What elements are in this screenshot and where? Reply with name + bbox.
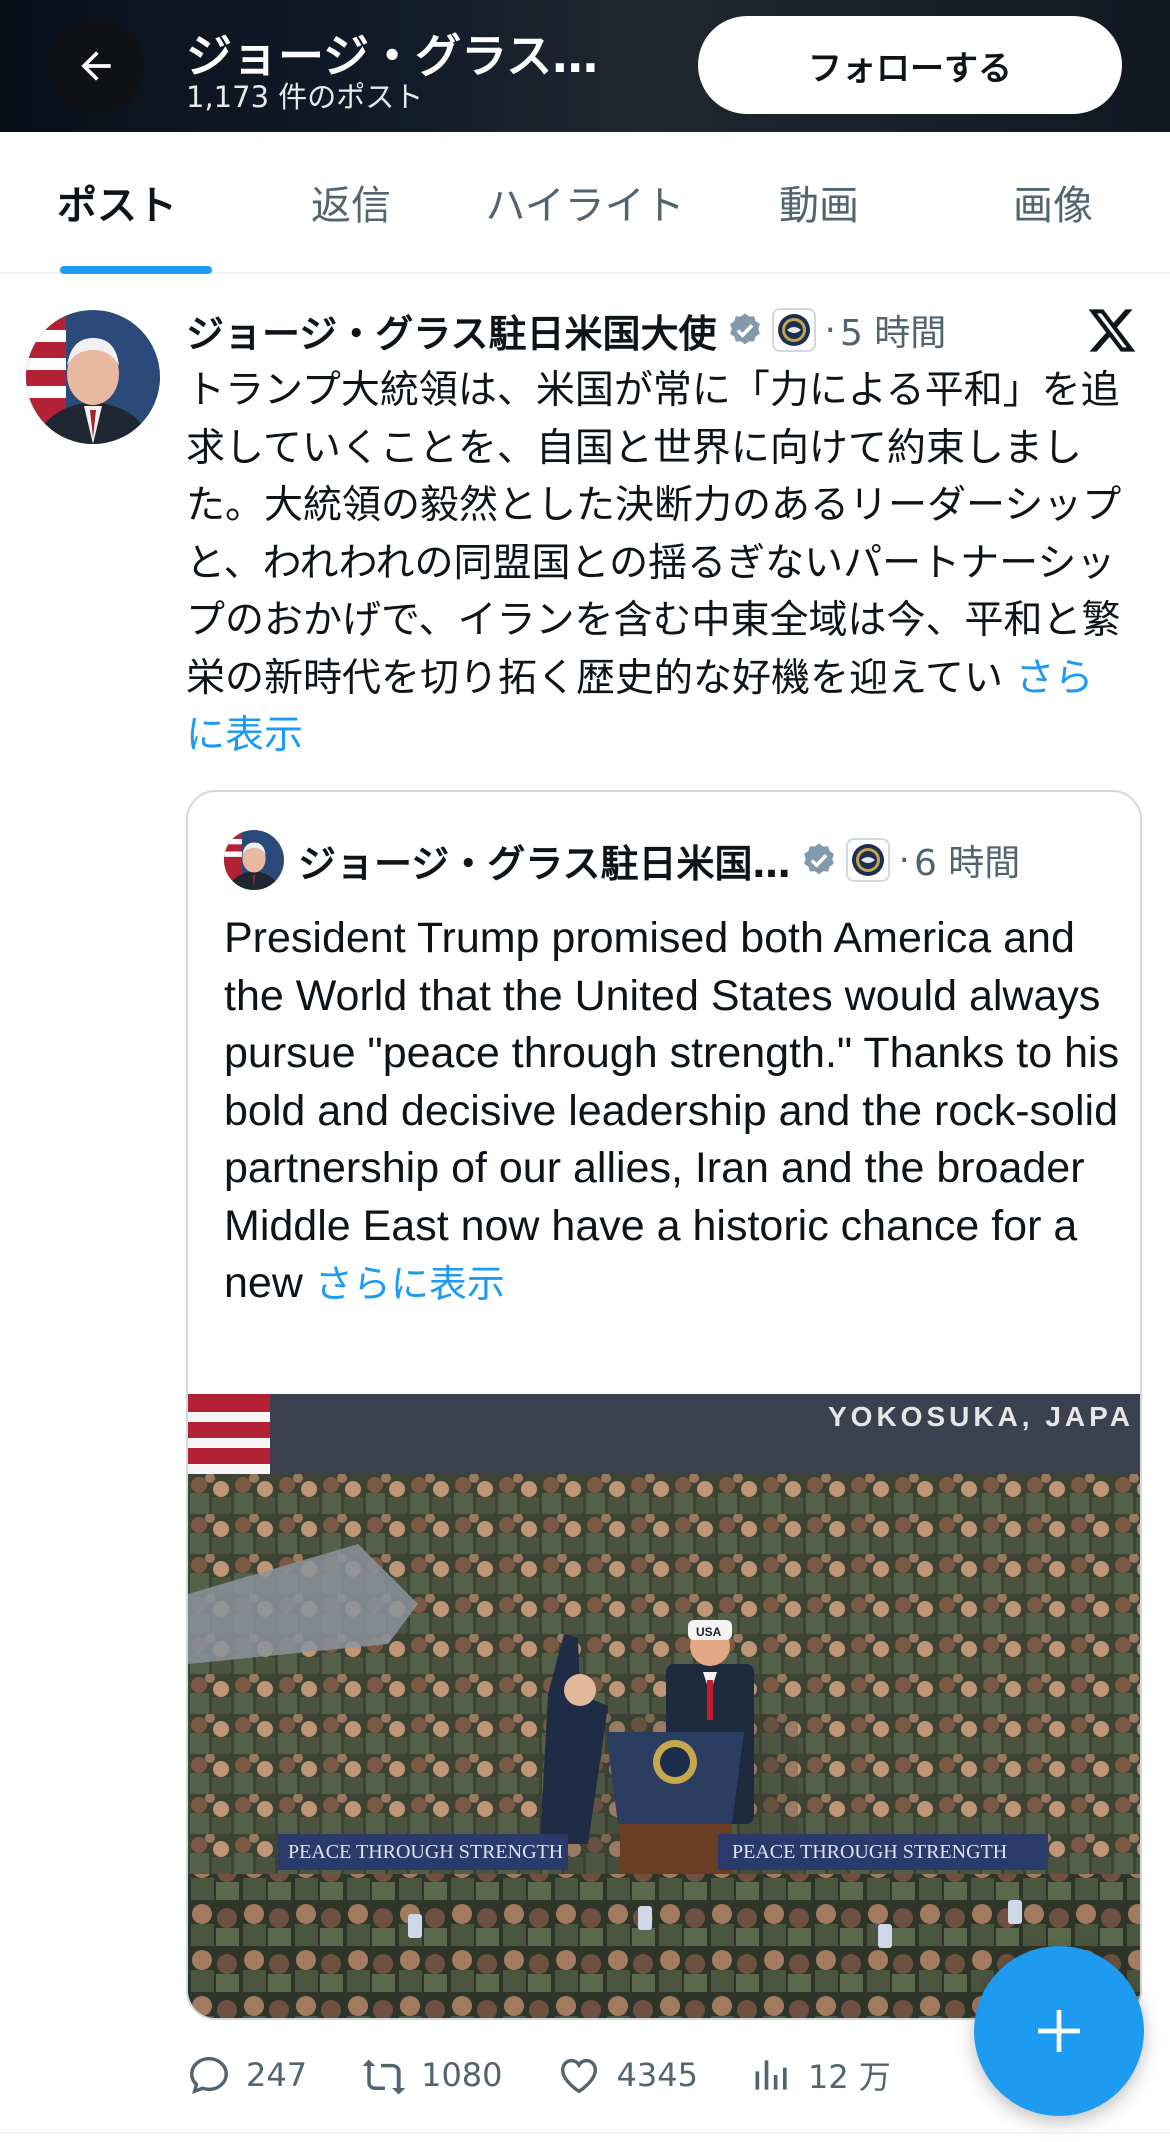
back-arrow-icon	[81, 51, 111, 81]
quoted-text: President Trump promised both America an…	[224, 914, 1120, 1307]
x-logo-icon	[1088, 309, 1136, 352]
profile-tabs: ポスト 返信 ハイライト 動画 画像	[0, 132, 1170, 274]
tab-label: ハイライト	[485, 183, 685, 229]
show-more-link[interactable]: さらに表示	[315, 1262, 505, 1306]
avatar[interactable]	[26, 310, 160, 444]
post-author-name[interactable]: ジョージ・グラス駐日米国大使	[186, 303, 716, 358]
active-tab-indicator	[60, 266, 212, 274]
post-actions: 247 1080 4345 12 万	[186, 2040, 943, 2110]
post-count: 1,173 件のポスト	[186, 80, 424, 114]
tab-highlights[interactable]: ハイライト	[468, 132, 702, 272]
government-seal-icon	[772, 308, 817, 352]
post-body: トランプ大統領は、米国が常に「力による平和」を追求していくことを、自国と世界に向…	[186, 362, 1126, 765]
views-button[interactable]: 12 万	[750, 2052, 891, 2098]
repost-button[interactable]: 1080	[359, 2052, 503, 2098]
government-seal-icon	[846, 838, 891, 882]
post-timestamp[interactable]: 5 時間	[840, 304, 946, 356]
verified-badge-icon	[804, 843, 835, 875]
views-icon	[755, 2060, 787, 2090]
avatar	[224, 830, 284, 890]
reply-count: 247	[246, 2056, 308, 2094]
cap-text: USA	[696, 1625, 722, 1639]
repost-count: 1080	[421, 2056, 503, 2094]
tab-posts[interactable]: ポスト	[0, 132, 234, 272]
verified-badge-icon	[730, 313, 761, 345]
quoted-author-name: ジョージ・グラス駐日米国…	[298, 841, 791, 886]
follow-button[interactable]: フォローする	[698, 16, 1122, 114]
divider	[0, 2132, 1170, 2134]
banner-left-text: PEACE THROUGH STRENGTH	[288, 1841, 563, 1863]
tab-images[interactable]: 画像	[936, 132, 1170, 272]
reply-icon	[190, 2056, 228, 2095]
compose-post-button[interactable]	[974, 1946, 1144, 2116]
tab-replies[interactable]: 返信	[234, 132, 468, 272]
post-header: ジョージ・グラス駐日米国大使 · 5 時間	[186, 300, 946, 360]
post-text: トランプ大統領は、米国が常に「力による平和」を追求していくことを、自国と世界に向…	[186, 368, 1122, 701]
tab-label: 返信	[311, 183, 391, 229]
plus-icon	[1038, 2010, 1080, 2052]
tab-videos[interactable]: 動画	[702, 132, 936, 272]
quoted-body: President Trump promised both America an…	[224, 910, 1124, 1314]
separator: ·	[824, 309, 836, 351]
quoted-post[interactable]: ジョージ・グラス駐日米国… · 6 時間 President Trump pro…	[186, 790, 1142, 2020]
quoted-post-header: ジョージ・グラス駐日米国… · 6 時間	[224, 828, 1020, 892]
tab-label: 画像	[1013, 183, 1093, 229]
like-count: 4345	[616, 2056, 698, 2094]
tab-label: 動画	[779, 183, 859, 229]
reply-button[interactable]: 247	[186, 2052, 307, 2098]
like-button[interactable]: 4345	[555, 2052, 698, 2098]
back-button[interactable]	[48, 18, 144, 114]
profile-header: ジョージ・グラス… 1,173 件のポスト フォローする	[0, 0, 1170, 132]
like-icon	[560, 2058, 597, 2094]
quoted-timestamp: 6 時間	[913, 843, 1021, 884]
repost-icon	[362, 2059, 406, 2095]
separator: ·	[898, 839, 910, 881]
rally-photo[interactable]: YOKOSUKA, JAPA USA PEACE THROUGH STRENGT…	[188, 1394, 1142, 2020]
banner-right-text: PEACE THROUGH STRENGTH	[732, 1841, 1007, 1863]
location-banner-text: YOKOSUKA, JAPA	[828, 1401, 1134, 1432]
views-count: 12 万	[807, 2058, 891, 2096]
tab-label: ポスト	[57, 183, 177, 229]
